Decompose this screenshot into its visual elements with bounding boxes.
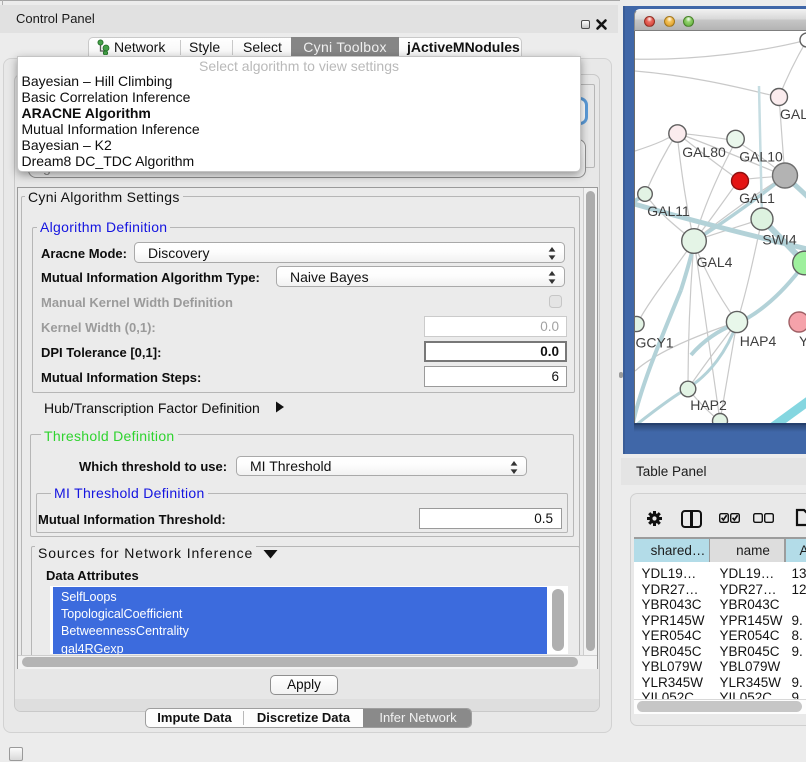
svg-text:GAL1: GAL1 (739, 190, 775, 206)
svg-text:GAL7: GAL7 (780, 106, 806, 122)
svg-text:SWI4: SWI4 (762, 232, 796, 248)
svg-text:GAL11: GAL11 (647, 203, 690, 219)
svg-text:GAL4: GAL4 (697, 254, 733, 270)
svg-text:YEL: YEL (799, 333, 806, 349)
svg-text:GCY1: GCY1 (635, 335, 673, 351)
svg-text:GAL10: GAL10 (739, 149, 783, 165)
svg-text:HAP4: HAP4 (740, 333, 777, 349)
svg-text:GAL80: GAL80 (682, 144, 726, 160)
svg-text:HAP2: HAP2 (690, 397, 727, 413)
